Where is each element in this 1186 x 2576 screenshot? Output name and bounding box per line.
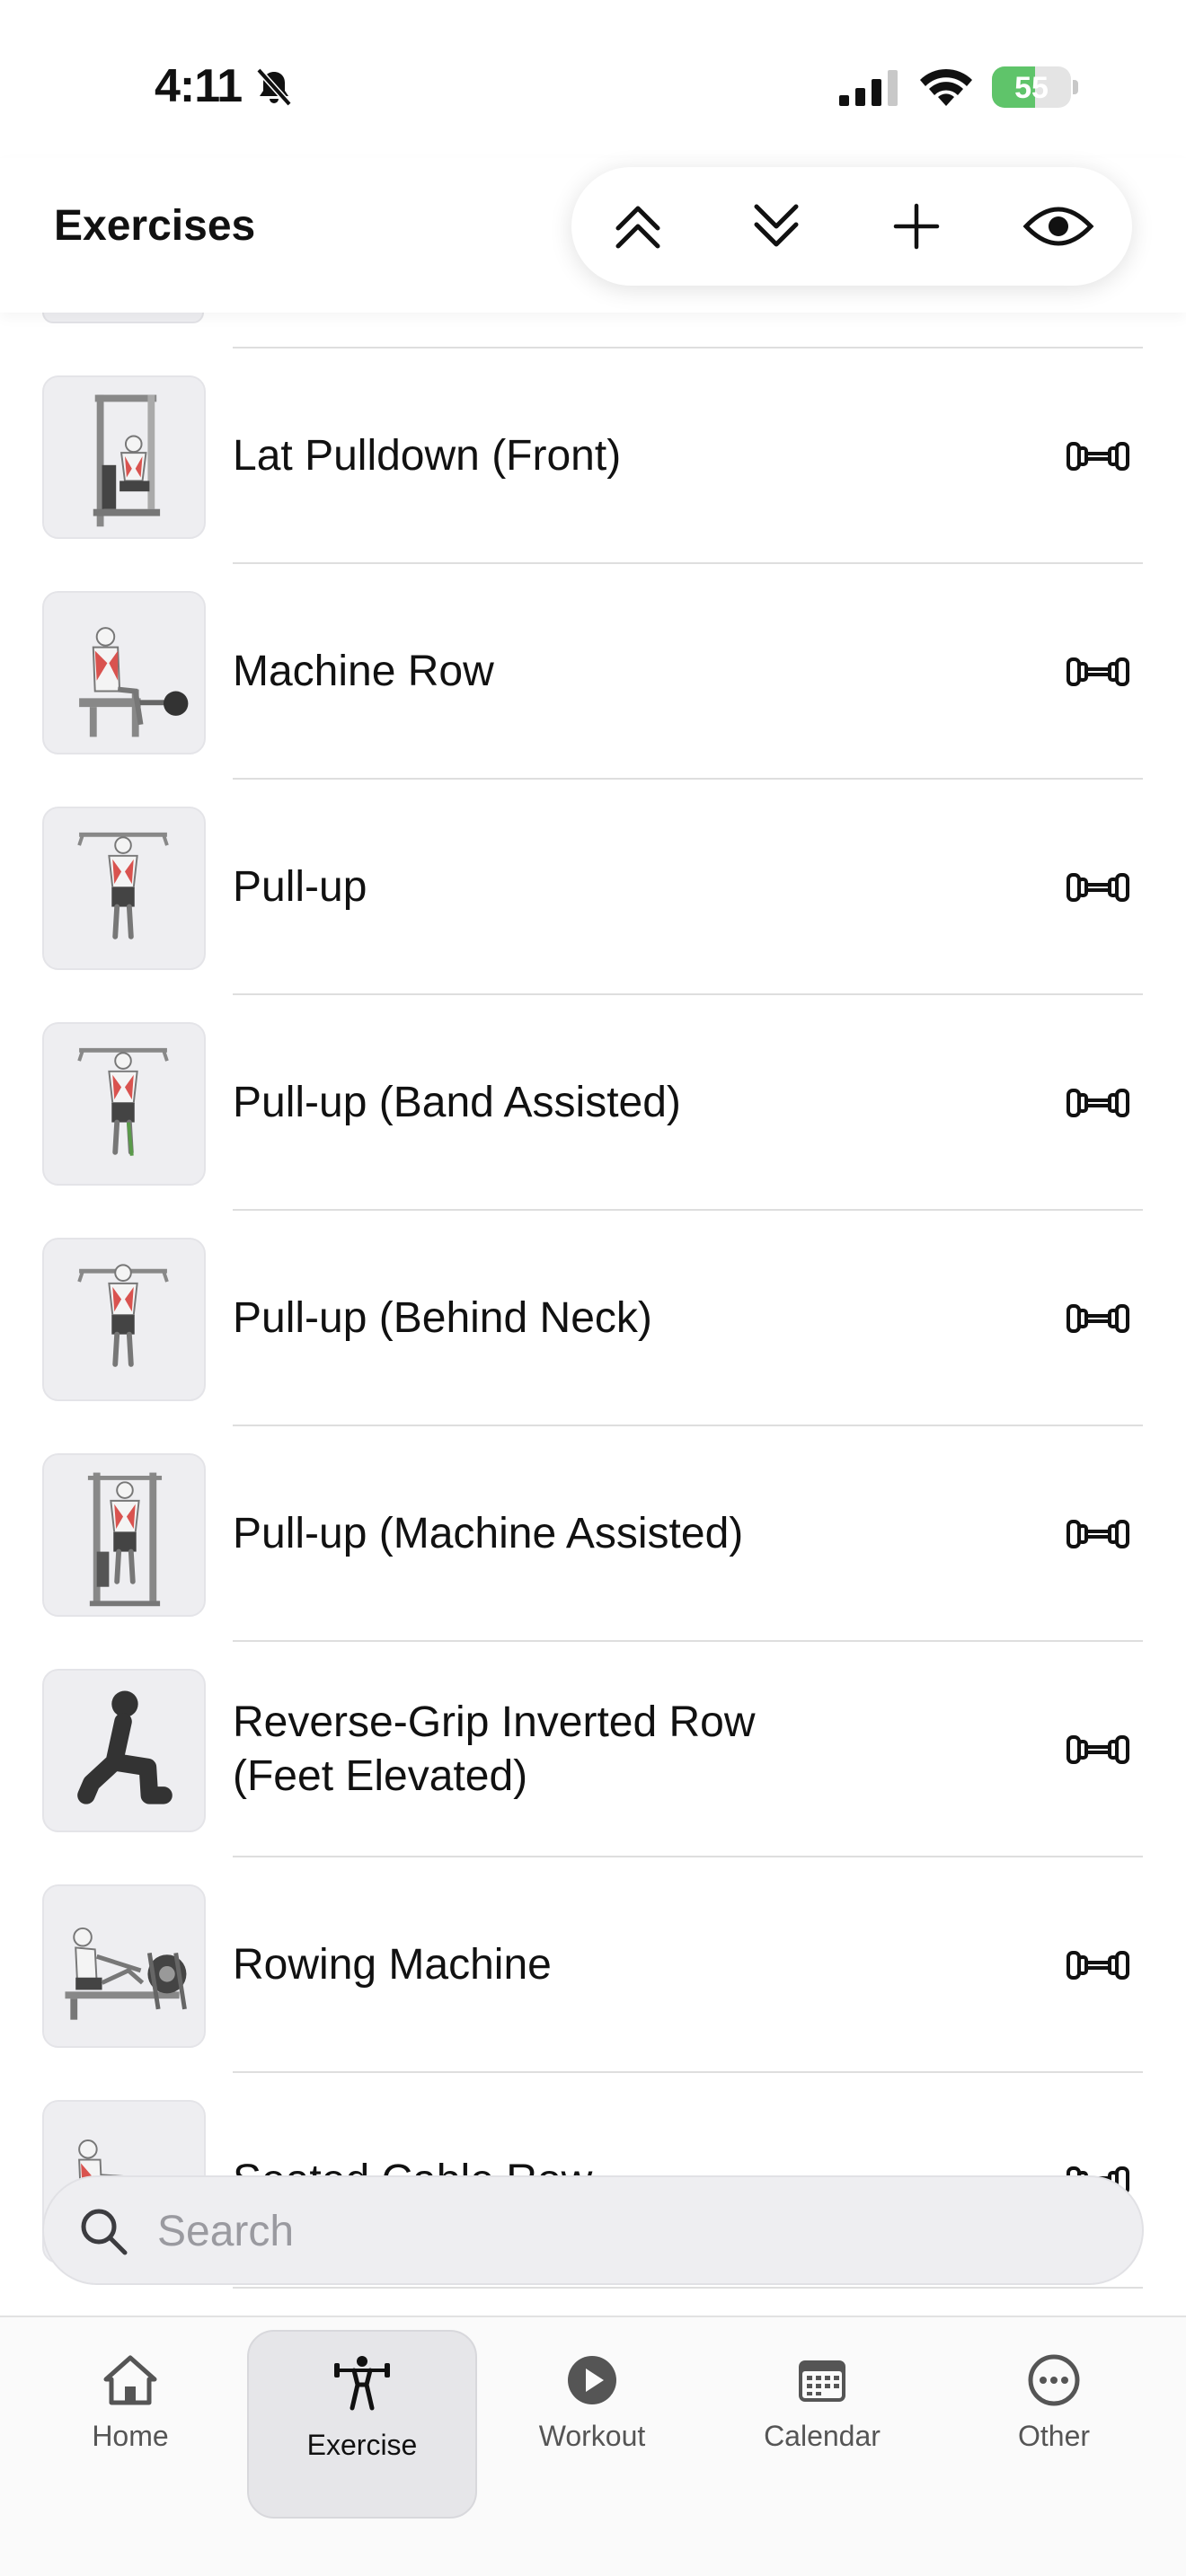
dumbbell-icon	[1067, 657, 1129, 686]
dumbbell-icon	[1067, 1520, 1129, 1548]
exercise-thumbnail	[42, 1669, 206, 1832]
search-icon	[81, 2209, 128, 2255]
header: Exercises	[0, 158, 1186, 313]
exercise-name: Reverse-Grip Inverted Row (Feet Elevated…	[233, 1698, 756, 1800]
exercise-thumbnail	[42, 1453, 206, 1617]
battery-charging-icon: 55	[992, 66, 1078, 108]
page-title: Exercises	[54, 202, 256, 250]
exercise-name: Pull-up (Band Assisted)	[233, 1079, 681, 1126]
dumbbell-icon	[1067, 1304, 1129, 1333]
tab-label: Workout	[538, 2420, 646, 2452]
exercise-row[interactable]: Pull-up	[0, 780, 1186, 995]
exercise-row[interactable]: Machine Row	[0, 564, 1186, 780]
dumbbell-icon	[1067, 1951, 1129, 1980]
exercise-thumbnail	[42, 1238, 206, 1401]
exercise-row[interactable]: Pull-up (Behind Neck)	[0, 1211, 1186, 1426]
home-icon	[103, 2355, 157, 2405]
add-icon	[893, 203, 940, 250]
ellipsis-circle-icon	[1028, 2354, 1080, 2406]
calendar-icon	[799, 2360, 845, 2402]
expand-all-icon	[754, 204, 799, 247]
search-bar[interactable]	[42, 2175, 1144, 2285]
exercise-name: Machine Row	[233, 648, 494, 695]
visibility-icon	[1022, 207, 1094, 246]
exercise-name: Pull-up (Behind Neck)	[233, 1294, 652, 1342]
tab-exercise[interactable]: Exercise	[247, 2330, 477, 2519]
visibility-button[interactable]	[1022, 190, 1094, 262]
tab-bar: Home Exercise Workout Calendar Other	[0, 2316, 1186, 2576]
tab-home[interactable]: Home	[18, 2317, 243, 2474]
exercise-thumbnail	[42, 375, 206, 539]
exercise-name: Pull-up	[233, 863, 367, 911]
dumbbell-icon	[1067, 1089, 1129, 1117]
bell-slash-icon	[256, 67, 292, 107]
exercise-row[interactable]: Reverse-Grip Inverted Row (Feet Elevated…	[0, 1642, 1186, 1857]
status-time: 4:11	[155, 60, 243, 112]
collapse-all-button[interactable]	[602, 190, 674, 262]
exercise-row[interactable]: Lat Pulldown (Front)	[0, 348, 1186, 564]
tab-other[interactable]: Other	[942, 2317, 1166, 2474]
exercise-thumbnail	[42, 591, 206, 754]
dumbbell-icon	[1067, 1735, 1129, 1764]
weightlifter-icon	[334, 2356, 390, 2411]
exercise-thumbnail	[42, 1884, 206, 2048]
tab-label: Exercise	[306, 2429, 418, 2461]
exercise-thumbnail	[42, 313, 204, 323]
exercise-row[interactable]: Pull-up (Band Assisted)	[0, 995, 1186, 1211]
dumbbell-icon	[1067, 873, 1129, 902]
tab-workout[interactable]: Workout	[480, 2317, 704, 2474]
wifi-icon	[920, 68, 972, 106]
exercise-thumbnail	[42, 807, 206, 970]
add-exercise-button[interactable]	[881, 190, 952, 262]
expand-all-button[interactable]	[740, 190, 812, 262]
play-circle-icon	[568, 2356, 616, 2404]
exercise-name: Pull-up (Machine Assisted)	[233, 1510, 744, 1557]
exercise-row[interactable]: Pull-up (Machine Assisted)	[0, 1426, 1186, 1642]
battery-percent: 55	[1014, 71, 1049, 105]
tab-label: Calendar	[764, 2420, 881, 2452]
tab-calendar[interactable]: Calendar	[710, 2317, 934, 2474]
tab-label: Home	[92, 2420, 169, 2452]
divider	[233, 2287, 1143, 2289]
exercise-row[interactable]: Rowing Machine	[0, 1857, 1186, 2073]
dumbbell-icon	[1067, 442, 1129, 471]
exercise-name: Lat Pulldown (Front)	[233, 432, 622, 480]
exercise-thumbnail	[42, 1022, 206, 1186]
exercise-name: Rowing Machine	[233, 1941, 552, 1989]
status-bar: 4:11 55	[0, 0, 1186, 171]
cellular-signal-icon	[839, 70, 898, 106]
collapse-all-icon	[615, 206, 660, 249]
toolbar	[571, 167, 1132, 286]
search-input[interactable]	[157, 2197, 1056, 2265]
tab-label: Other	[1017, 2420, 1091, 2452]
